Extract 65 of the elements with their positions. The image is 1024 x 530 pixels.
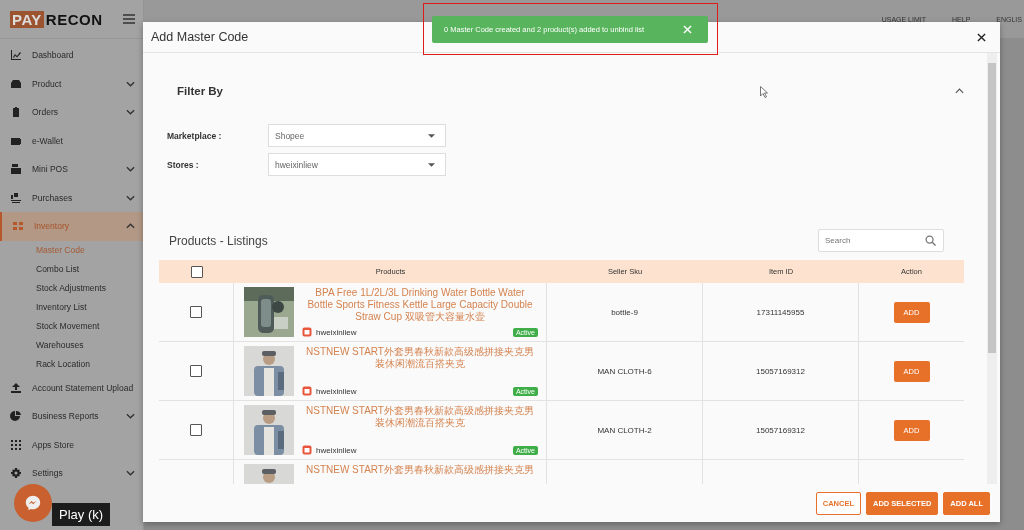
nav-item[interactable]: Mini POS <box>0 155 143 184</box>
nav-icon <box>10 77 22 90</box>
checkbox[interactable] <box>190 424 202 436</box>
nav-subitem[interactable]: Inventory List <box>0 297 143 317</box>
field-label: Marketplace : <box>167 130 223 141</box>
tooltip: Play (k) <box>52 503 111 526</box>
table-cell: bottle-9 <box>611 307 638 317</box>
close-icon[interactable] <box>977 32 986 42</box>
shop-icon <box>302 445 312 455</box>
cursor-icon <box>760 86 768 98</box>
scrollbar[interactable] <box>987 53 997 484</box>
nav-icon <box>10 410 22 423</box>
chevron-up-icon[interactable] <box>955 88 964 94</box>
store-name: hweixinliew <box>316 327 358 337</box>
nav-item[interactable]: Apps Store <box>0 430 143 459</box>
select-field[interactable]: Shopee <box>268 124 446 147</box>
checkbox[interactable] <box>190 306 202 318</box>
nav-icon <box>10 381 22 394</box>
product-link[interactable]: NSTNEW START外套男春秋新款高级感拼接夹克男装休闲潮流百搭夹克 <box>302 405 538 429</box>
select-field[interactable]: hweixinliew <box>268 153 446 176</box>
nav-subitem[interactable]: Combo List <box>0 259 143 279</box>
table-cell: 15057169312 <box>756 425 805 435</box>
search-field[interactable]: Search <box>818 229 944 252</box>
field-label: Stores : <box>167 159 200 170</box>
product-link[interactable]: NSTNEW START外套男春秋新款高级感拼接夹克男 <box>302 464 538 476</box>
search-icon <box>925 235 936 246</box>
nav-item[interactable]: Product <box>0 69 143 98</box>
nav-item[interactable]: e-Wallet <box>0 126 143 155</box>
table-cell: MAN CLOTH-6 <box>597 366 652 376</box>
checkbox[interactable] <box>190 365 202 377</box>
nav-subitem[interactable]: Stock Movement <box>0 316 143 336</box>
nav-subitem[interactable]: Warehouses <box>0 335 143 355</box>
menu-icon[interactable] <box>123 14 135 24</box>
chat-icon <box>24 494 42 512</box>
nav-icon <box>10 49 22 62</box>
nav-item[interactable]: Account Statement Upload <box>0 373 143 402</box>
dropdown-arrow-icon <box>428 133 435 138</box>
store-name: hweixinliew <box>316 445 358 455</box>
dialog-title: Add Master Code <box>151 30 249 44</box>
store-name: hweixinliew <box>316 386 358 396</box>
nav-item[interactable]: Dashboard <box>0 41 143 70</box>
nav-item[interactable]: Business Reports <box>0 402 143 431</box>
shop-icon <box>302 327 312 337</box>
nav-icon <box>10 191 22 204</box>
section-title: Filter By <box>177 85 223 97</box>
nav-icon <box>10 438 22 451</box>
table-cell: 15057169312 <box>756 366 805 376</box>
nav-item[interactable]: Purchases <box>0 183 143 212</box>
logo: PAY RECON <box>10 10 103 28</box>
dropdown-arrow-icon <box>428 162 435 167</box>
nav-item[interactable]: Orders <box>0 98 143 127</box>
table-cell: 17311145955 <box>756 307 805 317</box>
section-title: Products - Listings <box>169 233 268 248</box>
product-link[interactable]: BPA Free 1L/2L/3L Drinking Water Bottle Water Bottle Sports Fitness Kettle Large Capacity Double Straw Cup 双吸管大容量水壶 <box>302 287 538 323</box>
nav-icon <box>10 163 22 176</box>
nav-subitem[interactable]: Stock Adjustments <box>0 278 143 298</box>
table-cell: MAN CLOTH-2 <box>597 425 652 435</box>
nav-item[interactable]: Settings <box>0 459 143 488</box>
nav-subitem[interactable]: Rack Location <box>0 354 143 374</box>
nav-icon <box>12 220 24 233</box>
nav-icon <box>10 467 22 480</box>
shop-icon <box>302 386 312 396</box>
nav-icon <box>10 106 22 119</box>
product-link[interactable]: NSTNEW START外套男春秋新款高级感拼接夹克男装休闲潮流百搭夹克 <box>302 346 538 370</box>
checkbox[interactable] <box>190 265 203 278</box>
